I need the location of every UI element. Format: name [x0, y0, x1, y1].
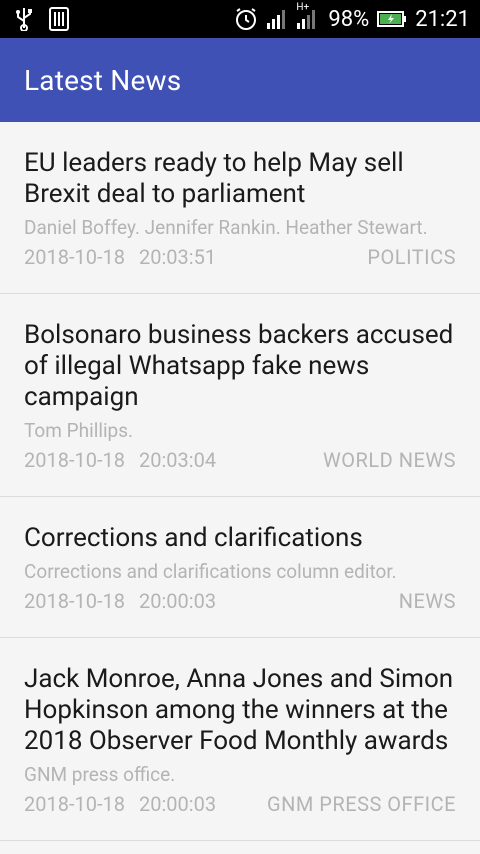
article-section: POLITICS [367, 245, 456, 269]
article-author: GNM press office. [24, 763, 176, 786]
news-list-item[interactable]: Jack Monroe, Anna Jones and Simon Hopkin… [0, 638, 480, 841]
article-title: Bolsonaro business backers accused of il… [24, 320, 454, 412]
article-date: 2018-10-18 [24, 245, 125, 269]
article-author: Corrections and clarifications column ed… [24, 560, 397, 583]
article-date: 2018-10-18 [24, 448, 125, 472]
news-list-item[interactable]: Corrections and clarifications Correctio… [0, 497, 480, 638]
article-section: WORLD NEWS [323, 448, 456, 472]
network-type-label: H+ [296, 2, 310, 13]
app-bar: Latest News [0, 38, 480, 122]
signal-icon [266, 8, 288, 30]
clock-time: 21:21 [415, 6, 470, 32]
article-author: Tom Phillips. [24, 419, 134, 442]
mobile-data-signal-icon: H+ [296, 2, 320, 30]
article-time: 20:00:03 [138, 792, 217, 816]
article-date: 2018-10-18 [24, 589, 125, 613]
battery-percentage: 98% [328, 6, 370, 32]
article-time: 20:00:03 [138, 589, 217, 613]
page-title: Latest News [24, 63, 182, 97]
article-title: Corrections and clarifications [24, 523, 363, 553]
news-list-item[interactable]: Bolsonaro business backers accused of il… [0, 294, 480, 497]
article-section: GNM PRESS OFFICE [266, 792, 456, 816]
sim-card-icon [48, 7, 70, 31]
usb-icon [14, 7, 34, 31]
status-bar: H+ 98% 21:21 [0, 0, 480, 38]
battery-charging-icon [377, 11, 407, 27]
article-time: 20:03:51 [138, 245, 217, 269]
article-section: NEWS [398, 589, 456, 613]
article-title: Jack Monroe, Anna Jones and Simon Hopkin… [24, 664, 454, 756]
news-list: EU leaders ready to help May sell Brexit… [0, 122, 480, 841]
article-time: 20:03:04 [138, 448, 217, 472]
article-title: EU leaders ready to help May sell Brexit… [24, 148, 404, 209]
article-date: 2018-10-18 [24, 792, 125, 816]
article-author: Daniel Boffey. Jennifer Rankin. Heather … [24, 216, 428, 239]
news-list-item[interactable]: EU leaders ready to help May sell Brexit… [0, 122, 480, 294]
alarm-clock-icon [234, 7, 258, 31]
